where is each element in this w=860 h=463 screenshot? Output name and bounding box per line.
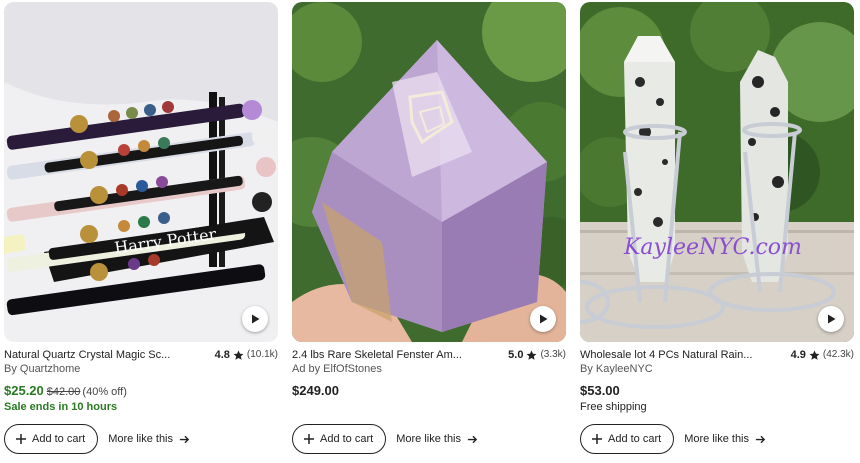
listing-title[interactable]: Wholesale lot 4 PCs Natural Rain... [580,347,762,363]
original-price: $42.00 [46,386,81,398]
sale-ends-note: Sale ends in 10 hours [4,401,118,413]
add-to-cart-button[interactable]: Add to cart [4,424,99,454]
arrow-right-icon [755,435,766,443]
listing-image[interactable] [292,2,566,342]
listing-card[interactable]: 2.4 lbs Rare Skeletal Fenster Am... 5.0 … [292,0,566,463]
more-like-this-label: More like this [108,433,173,445]
price-row: $249.00 [292,382,339,400]
price: $249.00 [292,383,339,398]
play-video-button[interactable] [242,306,268,332]
star-icon [233,350,244,360]
rating: 5.0 (3.3k) [508,347,566,363]
more-like-this-link[interactable]: More like this [108,433,190,445]
play-video-button[interactable] [530,306,556,332]
play-icon [540,314,548,324]
rating-score: 4.8 [214,349,230,361]
listing-image[interactable]: Harry Potter [4,2,278,342]
rating: 4.9 (42.3k) [791,347,854,363]
add-to-cart-label: Add to cart [320,433,374,445]
more-like-this-link[interactable]: More like this [396,433,478,445]
sale-price: $25.20 [4,383,44,398]
listing-title[interactable]: 2.4 lbs Rare Skeletal Fenster Am... [292,347,474,363]
price: $53.00 [580,383,620,398]
play-icon [252,314,260,324]
add-to-cart-button[interactable]: Add to cart [580,424,675,454]
plus-icon [16,434,26,444]
more-like-this-label: More like this [684,433,749,445]
add-to-cart-label: Add to cart [608,433,662,445]
seller-name[interactable]: By KayleeNYC [580,362,653,376]
price-row: $53.00 [580,382,620,400]
watermark-text: KayleeNYC.com [623,235,802,260]
add-to-cart-label: Add to cart [32,433,86,445]
listing-card[interactable]: Harry Potter Natural Quartz Crystal Magi… [4,0,278,463]
rating-score: 4.9 [790,349,806,361]
listing-title[interactable]: Natural Quartz Crystal Magic Sc... [4,347,186,363]
star-icon [526,350,537,360]
listing-card[interactable]: KayleeNYC.com Wholesale lot 4 PCs Natura… [580,0,854,463]
review-count: (3.3k) [540,349,566,360]
more-like-this-link[interactable]: More like this [684,433,766,445]
rating-score: 5.0 [508,349,524,361]
discount-percent: (40% off) [82,386,127,398]
star-icon [809,350,820,360]
free-shipping-note: Free shipping [580,401,647,413]
review-count: (10.1k) [246,349,278,360]
play-icon [828,314,836,324]
arrow-right-icon [179,435,190,443]
plus-icon [304,434,314,444]
plus-icon [592,434,602,444]
play-video-button[interactable] [818,306,844,332]
add-to-cart-button[interactable]: Add to cart [292,424,387,454]
more-like-this-label: More like this [396,433,461,445]
arrow-right-icon [467,435,478,443]
rating: 4.8 (10.1k) [215,347,278,363]
price-row: $25.20 $42.00 (40% off) [4,382,127,401]
seller-name[interactable]: By Quartzhome [4,362,80,376]
review-count: (42.3k) [822,349,854,360]
listing-image[interactable]: KayleeNYC.com [580,2,854,342]
seller-name[interactable]: Ad by ElfOfStones [292,362,382,376]
